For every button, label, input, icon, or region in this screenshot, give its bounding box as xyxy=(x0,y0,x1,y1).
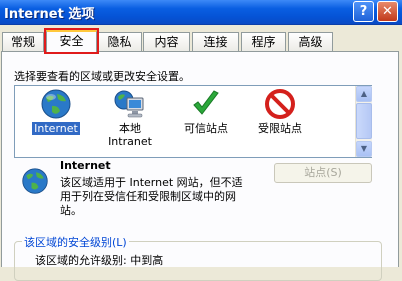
tab-connections[interactable]: 连接 xyxy=(192,32,239,51)
zone-list-scrollbar[interactable]: ▲ ▼ xyxy=(355,86,372,157)
zone-internet[interactable]: Internet xyxy=(23,88,89,135)
globe-icon xyxy=(41,89,71,119)
zone-trusted-sites[interactable]: 可信站点 xyxy=(173,88,239,135)
tab-general[interactable]: 常规 xyxy=(2,32,44,51)
tab-content[interactable]: 内容 xyxy=(143,32,190,51)
help-button[interactable]: ? xyxy=(353,1,374,22)
restricted-icon xyxy=(265,89,295,119)
scroll-thumb[interactable] xyxy=(356,103,372,139)
scroll-up-icon[interactable]: ▲ xyxy=(356,86,372,102)
allowed-level-text: 该区域的允许级别: 中到高 xyxy=(35,254,164,267)
zone-restricted-label: 受限站点 xyxy=(258,122,302,135)
intranet-computer-icon xyxy=(114,90,144,118)
checkmark-icon xyxy=(193,90,219,115)
tab-advanced[interactable]: 高级 xyxy=(288,32,333,51)
scroll-down-icon[interactable]: ▼ xyxy=(356,141,372,157)
security-level-group-title: 该区域的安全级别(L) xyxy=(22,234,129,250)
zone-restricted-sites[interactable]: 受限站点 xyxy=(247,88,313,135)
red-highlight-box xyxy=(44,28,99,54)
zone-local-intranet[interactable]: 本地 Intranet xyxy=(97,88,163,148)
globe-icon xyxy=(22,168,48,194)
zone-internet-label: Internet xyxy=(32,122,80,135)
sites-button[interactable]: 站点(S) xyxy=(274,163,372,183)
tab-privacy[interactable]: 隐私 xyxy=(97,32,142,51)
zone-intranet-label-line2: Intranet xyxy=(108,135,152,148)
zone-trusted-label: 可信站点 xyxy=(184,122,228,135)
zone-list[interactable]: Internet 本地 Intranet 可信站点 受限站点 xyxy=(14,85,372,158)
zone-intranet-label-line1: 本地 xyxy=(119,122,141,135)
window-title: Internet 选项 xyxy=(4,7,95,22)
zone-instruction: 选择要查看的区域或更改安全设置。 xyxy=(14,70,190,83)
close-button[interactable]: ✕ xyxy=(377,1,398,22)
zone-detail-title: Internet xyxy=(60,159,111,172)
zone-detail-description: 该区域适用于 Internet 网站，但不适用于列在受信任和受限制区域中的网站。 xyxy=(60,176,243,217)
tab-programs[interactable]: 程序 xyxy=(241,32,286,51)
title-bar: Internet 选项 ? ✕ xyxy=(0,0,402,25)
